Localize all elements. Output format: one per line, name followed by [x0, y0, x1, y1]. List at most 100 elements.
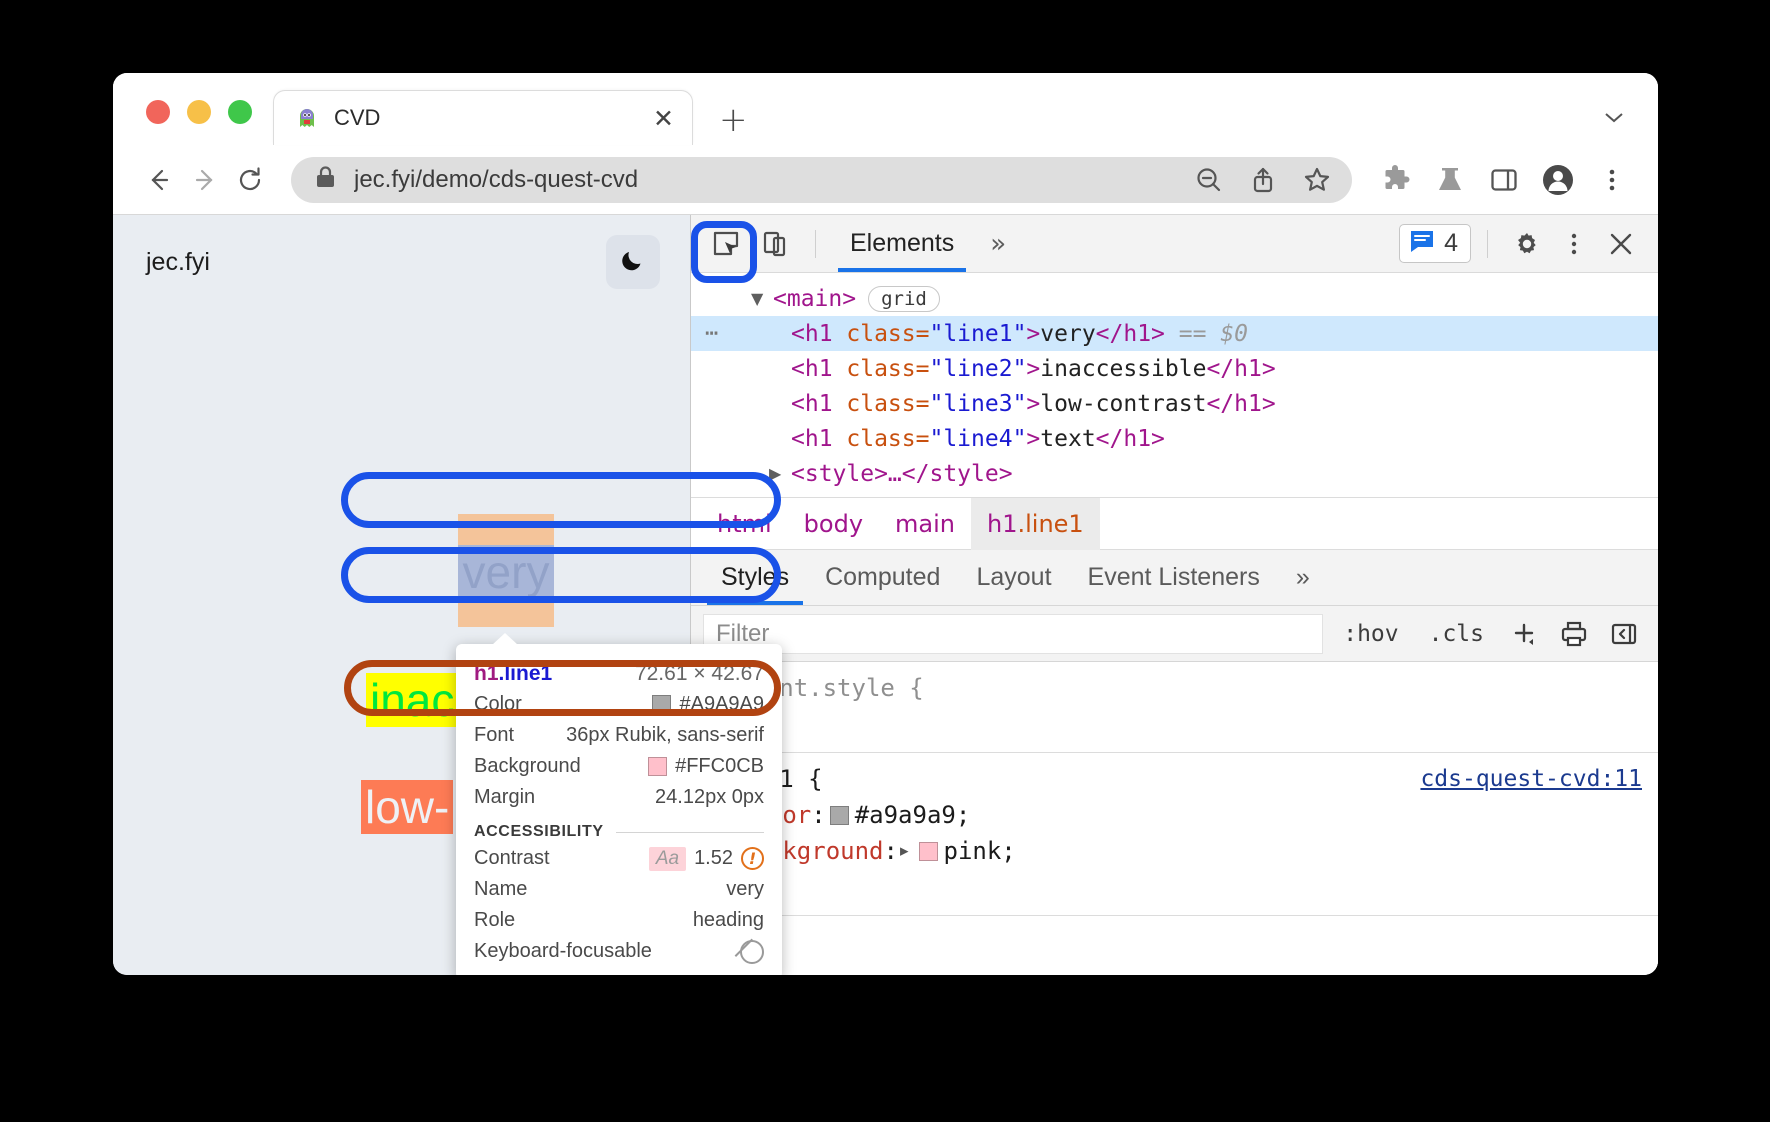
omnibox-toolbar: jec.fyi/demo/cds-quest-cvd: [113, 145, 1658, 215]
heading-inaccessible: inac: [366, 673, 458, 727]
close-icon[interactable]: [1598, 224, 1644, 264]
back-arrow-icon[interactable]: [135, 157, 181, 203]
dom-row-h1-line3[interactable]: <h1 class="line3">low-contrast</h1>: [691, 386, 1658, 421]
inspector-key: Role: [474, 909, 515, 932]
expand-triangle-icon[interactable]: ▸: [900, 841, 909, 861]
issues-button[interactable]: 4: [1399, 224, 1471, 263]
side-panel-icon[interactable]: [1484, 160, 1524, 200]
close-window-button[interactable]: [146, 100, 170, 124]
dom-row-h1-line2[interactable]: <h1 class="line2">inaccessible</h1>: [691, 351, 1658, 386]
css-rules-pane[interactable]: element.style { } .line1 { cds-quest-cvd…: [691, 662, 1658, 975]
more-tabs-icon[interactable]: »: [976, 229, 1020, 259]
inspector-selector: h1.line1: [474, 662, 552, 686]
reload-icon[interactable]: [227, 157, 273, 203]
dom-row-h1-line1[interactable]: ⋯ <h1 class="line1">very</h1> == $0: [691, 316, 1658, 351]
inspector-value: heading: [693, 909, 764, 932]
address-bar-actions: [1192, 163, 1340, 197]
breadcrumb-item-main[interactable]: main: [879, 498, 971, 550]
window-traffic-lights: [113, 100, 252, 145]
css-value: #a9a9a9;: [855, 801, 971, 829]
color-swatch[interactable]: [830, 806, 849, 825]
page-brand: jec.fyi: [146, 248, 210, 277]
inspector-value: very: [726, 878, 764, 901]
dom-row-main[interactable]: ▼ <main> grid: [691, 281, 1658, 316]
minimize-window-button[interactable]: [187, 100, 211, 124]
tab-layout[interactable]: Layout: [958, 550, 1069, 605]
dom-row-h1-line4[interactable]: <h1 class="line4">text</h1>: [691, 421, 1658, 456]
address-bar[interactable]: jec.fyi/demo/cds-quest-cvd: [291, 157, 1352, 203]
grid-badge[interactable]: grid: [868, 286, 940, 312]
moon-icon: [620, 247, 646, 278]
profile-avatar-icon[interactable]: [1538, 160, 1578, 200]
inspector-key: Background: [474, 755, 581, 778]
sidebar-collapse-icon[interactable]: [1604, 614, 1644, 654]
new-tab-button[interactable]: +: [719, 103, 748, 137]
dom-tree[interactable]: ▼ <main> grid ⋯ <h1 class="line1">very</…: [691, 273, 1658, 498]
close-icon[interactable]: ✕: [653, 106, 674, 131]
issues-message-icon: [1409, 228, 1435, 259]
tab-styles[interactable]: Styles: [703, 550, 807, 605]
inspector-row-contrast: Contrast Aa 1.52 !: [456, 843, 782, 874]
background-swatch: [648, 757, 667, 776]
stylesheet-source-link[interactable]: cds-quest-cvd:11: [1420, 766, 1642, 792]
bookmark-star-icon[interactable]: [1300, 163, 1334, 197]
browser-menu-kebab-icon[interactable]: [1592, 160, 1632, 200]
breadcrumb-item-body[interactable]: body: [788, 498, 879, 550]
browser-toolbar-actions: [1376, 160, 1632, 200]
forward-arrow-icon[interactable]: [181, 157, 227, 203]
divider: [616, 832, 764, 833]
breadcrumb-item-h1-line1[interactable]: h1.line1: [971, 498, 1100, 550]
browser-tab[interactable]: CVD ✕: [273, 90, 693, 145]
dom-row-style[interactable]: ▶ <style>…</style>: [691, 456, 1658, 491]
filter-input[interactable]: Filter: [703, 614, 1323, 654]
ghost-favicon-icon: [296, 107, 318, 129]
rule-selector[interactable]: element.style {: [691, 670, 1658, 706]
maximize-window-button[interactable]: [228, 100, 252, 124]
rule-selector[interactable]: .line1 { cds-quest-cvd:11: [691, 761, 1658, 797]
devtools-panel: Elements » 4: [691, 215, 1658, 975]
heading-very-text: very: [463, 545, 550, 599]
dom-markup: <h1 class="line3">low-contrast</h1>: [791, 391, 1276, 417]
tab-computed[interactable]: Computed: [807, 550, 958, 605]
zoom-out-icon[interactable]: [1192, 163, 1226, 197]
dom-ellipsis-icon[interactable]: ⋯: [705, 321, 749, 346]
share-icon[interactable]: [1246, 163, 1280, 197]
tab-title: CVD: [334, 105, 653, 131]
toggle-print-icon[interactable]: [1554, 614, 1594, 654]
background-swatch[interactable]: [919, 842, 938, 861]
dom-markup: <h1 class="line4">text</h1>: [791, 426, 1165, 452]
chevron-down-icon[interactable]: [1600, 103, 1628, 131]
inspector-row-keyboard-focusable: Keyboard-focusable: [456, 936, 782, 967]
device-toolbar-icon[interactable]: [753, 224, 799, 264]
css-declaration-background[interactable]: background: ▸pink;: [691, 833, 1658, 869]
heading-very: very: [458, 545, 554, 598]
inspector-value: #FFC0CB: [648, 755, 764, 778]
rule-element-style[interactable]: element.style { }: [691, 662, 1658, 753]
dom-markup: <h1 class="line1">very</h1> == $0: [749, 321, 1248, 347]
gear-icon[interactable]: [1504, 224, 1550, 264]
collapse-triangle-icon[interactable]: ▶: [769, 464, 791, 483]
dark-mode-toggle[interactable]: [606, 235, 660, 289]
kebab-menu-icon[interactable]: [1554, 230, 1594, 258]
breadcrumb-item-html[interactable]: html: [701, 498, 788, 550]
inspect-element-icon[interactable]: [703, 224, 749, 264]
hov-button[interactable]: :hov: [1333, 621, 1408, 647]
breadcrumb: html body main h1.line1: [691, 498, 1658, 550]
rule-close-brace: }: [691, 706, 1658, 742]
window-content: jec.fyi very inac low- h1.line1 72.61 × …: [113, 215, 1658, 975]
rule-line1[interactable]: .line1 { cds-quest-cvd:11 color: #a9a9a9…: [691, 753, 1658, 916]
tab-event-listeners[interactable]: Event Listeners: [1070, 550, 1278, 605]
inspector-row-background: Background #FFC0CB: [456, 751, 782, 782]
experiments-flask-icon[interactable]: [1430, 160, 1470, 200]
inspector-dimensions: 72.61 × 42.67: [635, 662, 764, 686]
inspector-row-font: Font 36px Rubik, sans-serif: [456, 720, 782, 751]
tab-elements[interactable]: Elements: [832, 216, 972, 272]
css-declaration-color[interactable]: color: #a9a9a9;: [691, 797, 1658, 833]
add-rule-plus-icon[interactable]: [1504, 614, 1544, 654]
more-sidebar-tabs-icon[interactable]: »: [1278, 550, 1328, 605]
extensions-puzzle-icon[interactable]: [1376, 160, 1416, 200]
expand-triangle-icon[interactable]: ▼: [751, 289, 773, 308]
inspector-value: 24.12px 0px: [655, 786, 764, 809]
styles-filter-row: Filter :hov .cls: [691, 606, 1658, 662]
cls-button[interactable]: .cls: [1419, 621, 1494, 647]
